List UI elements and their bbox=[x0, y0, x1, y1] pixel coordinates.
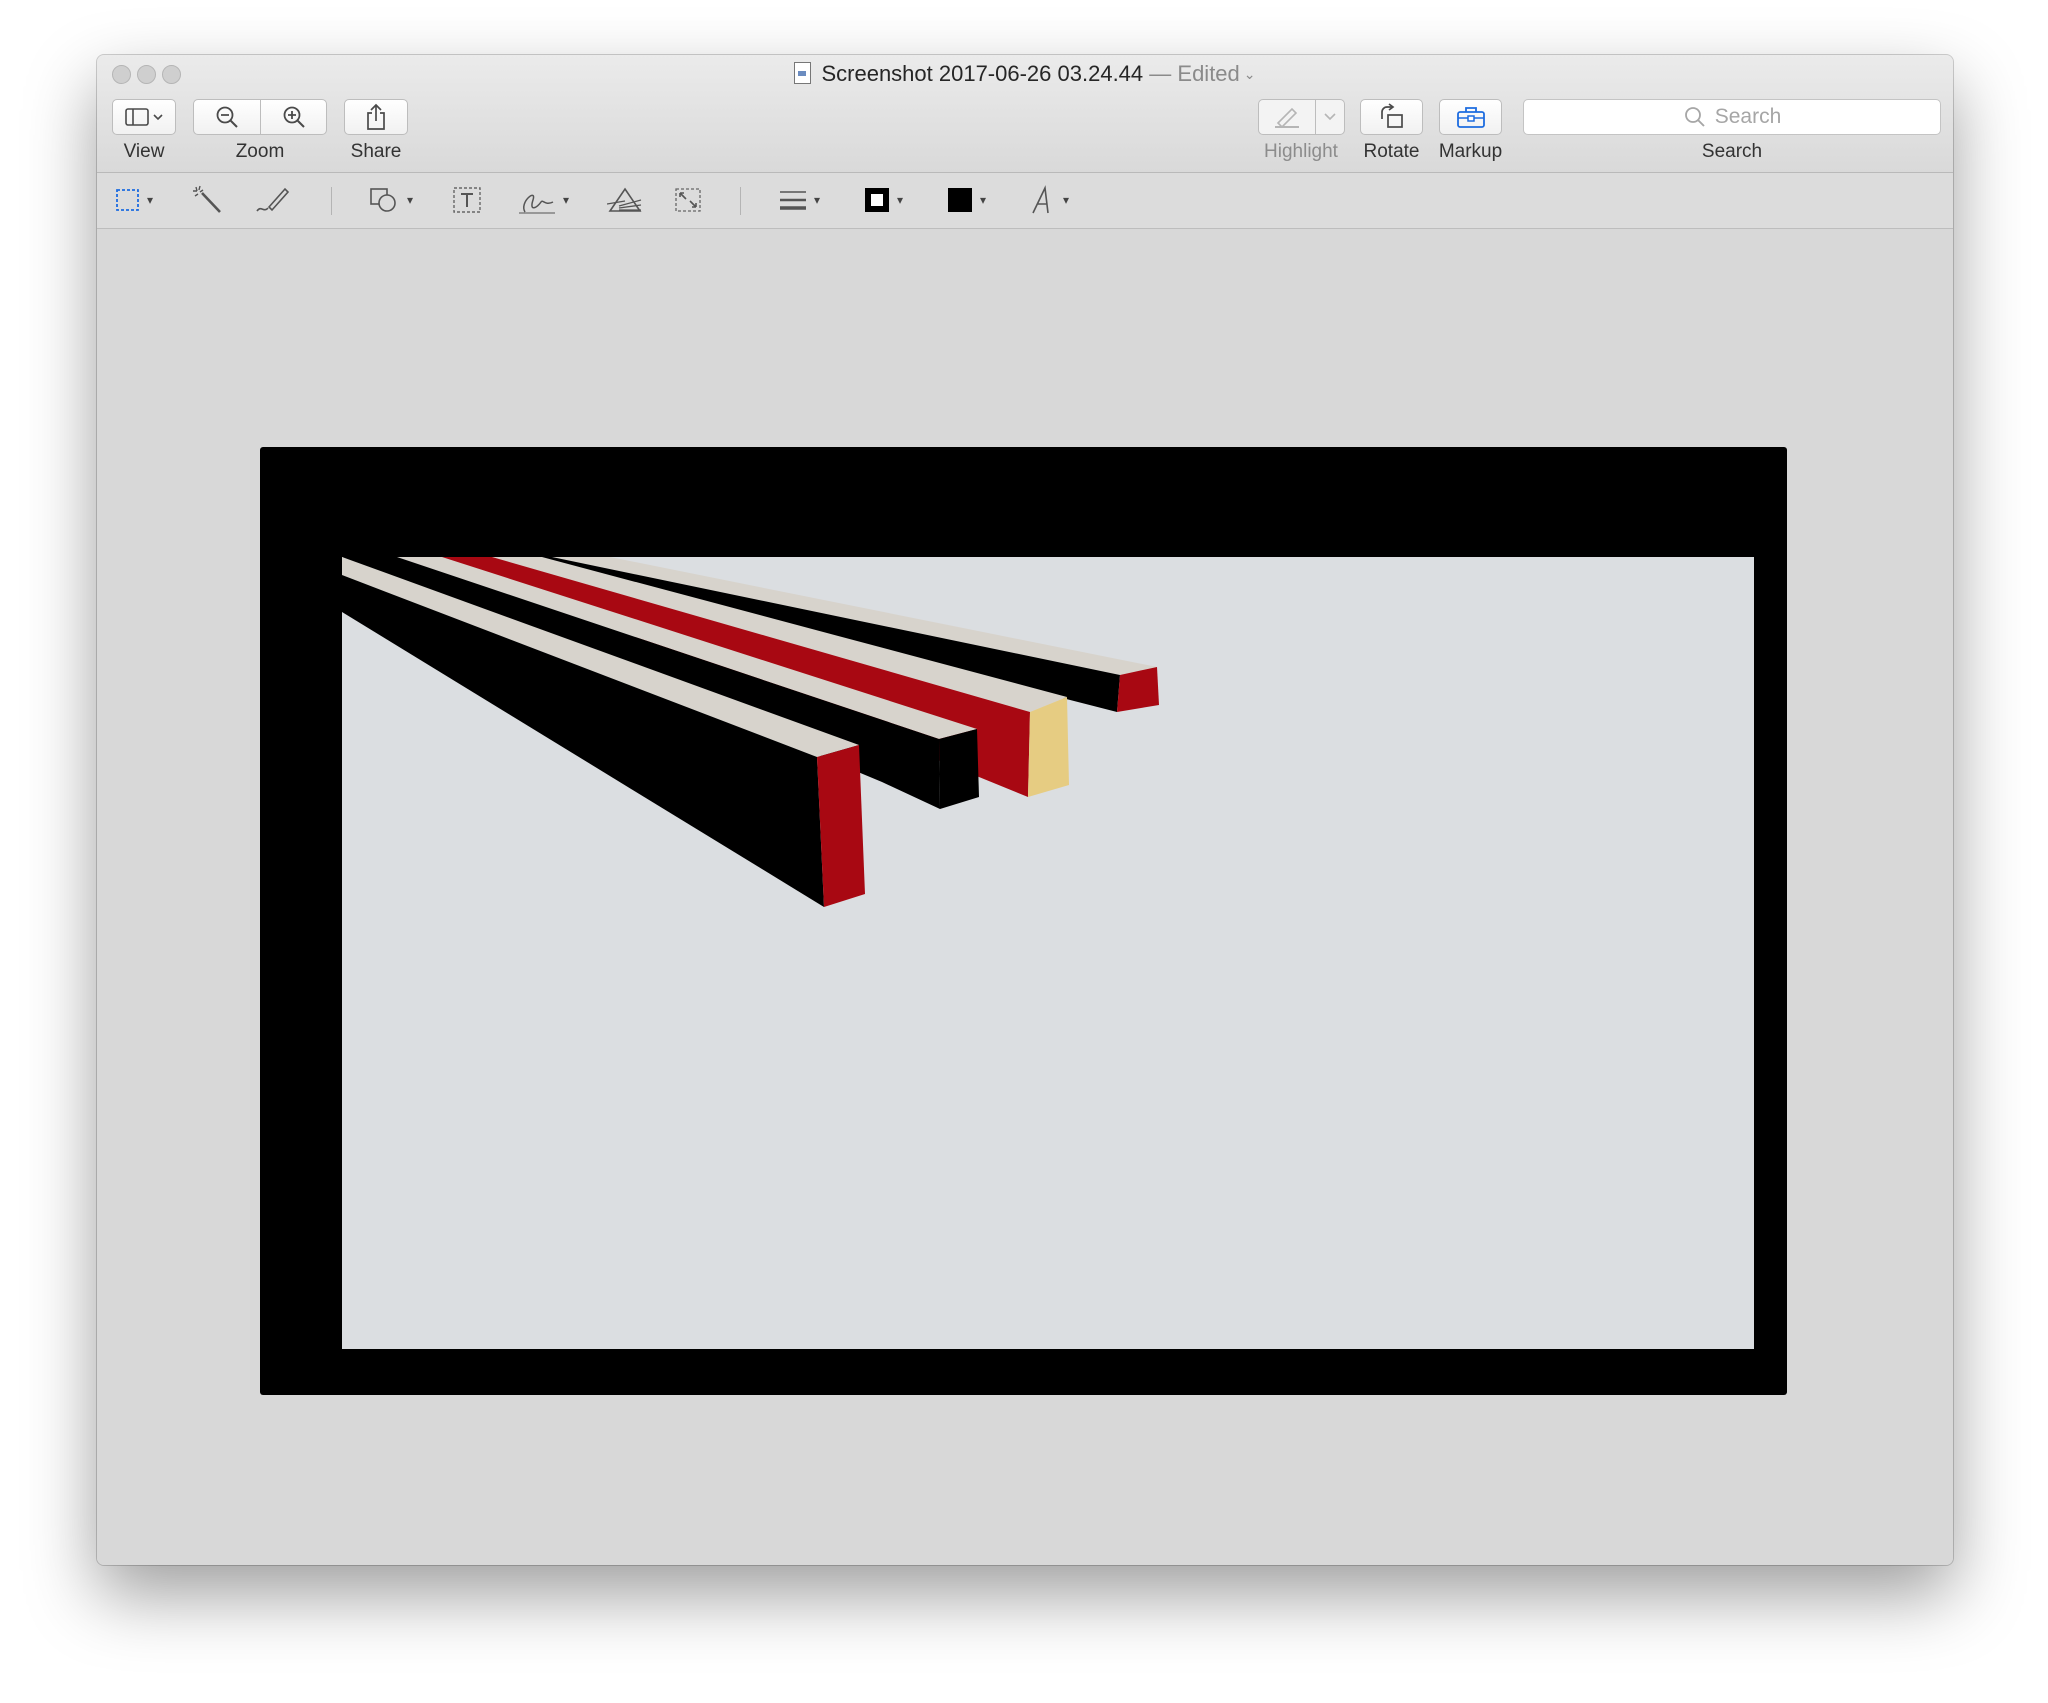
dashed-rect-icon bbox=[116, 189, 139, 211]
highlight-options-button[interactable] bbox=[1315, 99, 1345, 135]
border-color-tool[interactable]: ▾ bbox=[863, 181, 903, 219]
rectangular-selection-tool[interactable]: ▾ bbox=[115, 181, 153, 219]
beam-end-face bbox=[1028, 697, 1069, 797]
zoom-label: Zoom bbox=[235, 141, 285, 162]
beams-render bbox=[342, 557, 1159, 907]
sidebar-icon bbox=[125, 108, 163, 126]
text-style-tool[interactable]: ▾ bbox=[1029, 181, 1069, 219]
text-tool[interactable] bbox=[452, 181, 482, 219]
view-button[interactable] bbox=[112, 99, 176, 135]
prism-icon bbox=[607, 187, 642, 212]
window-title: Screenshot 2017-06-26 03.24.44 — Edited ⌄ bbox=[97, 61, 1953, 87]
text-box-icon bbox=[453, 187, 481, 213]
shape-style-tool[interactable]: ▾ bbox=[778, 181, 820, 219]
resize-icon bbox=[675, 188, 701, 212]
font-icon bbox=[1032, 185, 1049, 214]
highlight-button[interactable] bbox=[1258, 99, 1316, 135]
sign-tool[interactable]: ▾ bbox=[517, 181, 569, 219]
toolbox-icon bbox=[1456, 107, 1485, 128]
sketch-tool[interactable] bbox=[255, 181, 291, 219]
search-field[interactable]: Search bbox=[1523, 99, 1941, 135]
chevron-down-icon: ▾ bbox=[814, 193, 821, 207]
screenshot-image bbox=[260, 447, 1787, 1395]
shapes-tool[interactable]: ▾ bbox=[369, 181, 413, 219]
chevron-down-icon[interactable]: ⌄ bbox=[1244, 66, 1256, 82]
chevron-down-icon: ▾ bbox=[407, 193, 414, 207]
zoom-in-button[interactable] bbox=[260, 99, 327, 135]
line-style-icon bbox=[780, 191, 806, 210]
adjust-color-tool[interactable] bbox=[607, 181, 643, 219]
search-placeholder: Search bbox=[1714, 105, 1782, 128]
title-separator: — bbox=[1143, 61, 1178, 86]
rotate-icon bbox=[1380, 103, 1403, 128]
search-icon bbox=[1684, 107, 1705, 127]
chevron-down-icon bbox=[1324, 113, 1336, 121]
border-color-icon bbox=[865, 188, 889, 212]
share-button[interactable] bbox=[344, 99, 408, 135]
edited-label[interactable]: Edited bbox=[1177, 61, 1239, 86]
magic-wand-icon bbox=[193, 185, 221, 213]
markup-label: Markup bbox=[1438, 141, 1503, 162]
share-icon bbox=[367, 103, 385, 130]
beam-end-face bbox=[817, 745, 865, 907]
fill-color-icon bbox=[948, 188, 972, 212]
highlight-label: Highlight bbox=[1264, 141, 1338, 162]
adjust-size-tool[interactable] bbox=[673, 181, 703, 219]
signature-icon bbox=[519, 194, 555, 214]
share-label: Share bbox=[350, 141, 402, 162]
shapes-icon bbox=[370, 188, 396, 212]
toolbar-separator bbox=[740, 187, 741, 215]
chevron-down-icon: ▾ bbox=[980, 193, 987, 207]
zoom-out-icon bbox=[216, 106, 238, 128]
chevron-down-icon: ▾ bbox=[897, 193, 904, 207]
rotate-button[interactable] bbox=[1360, 99, 1423, 135]
rotate-label: Rotate bbox=[1363, 141, 1420, 162]
document-icon bbox=[794, 62, 812, 84]
zoom-in-icon bbox=[283, 106, 305, 128]
beam-end-face bbox=[939, 729, 979, 809]
search-label: Search bbox=[1701, 141, 1763, 162]
3d-render-viewport bbox=[342, 557, 1754, 1349]
view-label: View bbox=[123, 141, 165, 162]
window-title-text: Screenshot 2017-06-26 03.24.44 bbox=[821, 61, 1144, 86]
title-bar: Screenshot 2017-06-26 03.24.44 — Edited ⌄… bbox=[97, 55, 1953, 173]
toolbar-separator bbox=[331, 187, 332, 215]
instant-alpha-tool[interactable] bbox=[192, 181, 224, 219]
fill-color-tool[interactable]: ▾ bbox=[946, 181, 986, 219]
document-canvas[interactable] bbox=[97, 229, 1953, 1565]
pen-icon bbox=[256, 187, 290, 212]
markup-toolbar: ▾ ▾ ▾ ▾ ▾ ▾ ▾ bbox=[97, 173, 1953, 229]
highlighter-icon bbox=[1275, 107, 1299, 129]
markup-button[interactable] bbox=[1439, 99, 1502, 135]
chevron-down-icon: ▾ bbox=[563, 193, 570, 207]
zoom-out-button[interactable] bbox=[193, 99, 261, 135]
preview-window: Screenshot 2017-06-26 03.24.44 — Edited ⌄… bbox=[97, 55, 1953, 1565]
chevron-down-icon: ▾ bbox=[147, 193, 154, 207]
chevron-down-icon: ▾ bbox=[1063, 193, 1070, 207]
